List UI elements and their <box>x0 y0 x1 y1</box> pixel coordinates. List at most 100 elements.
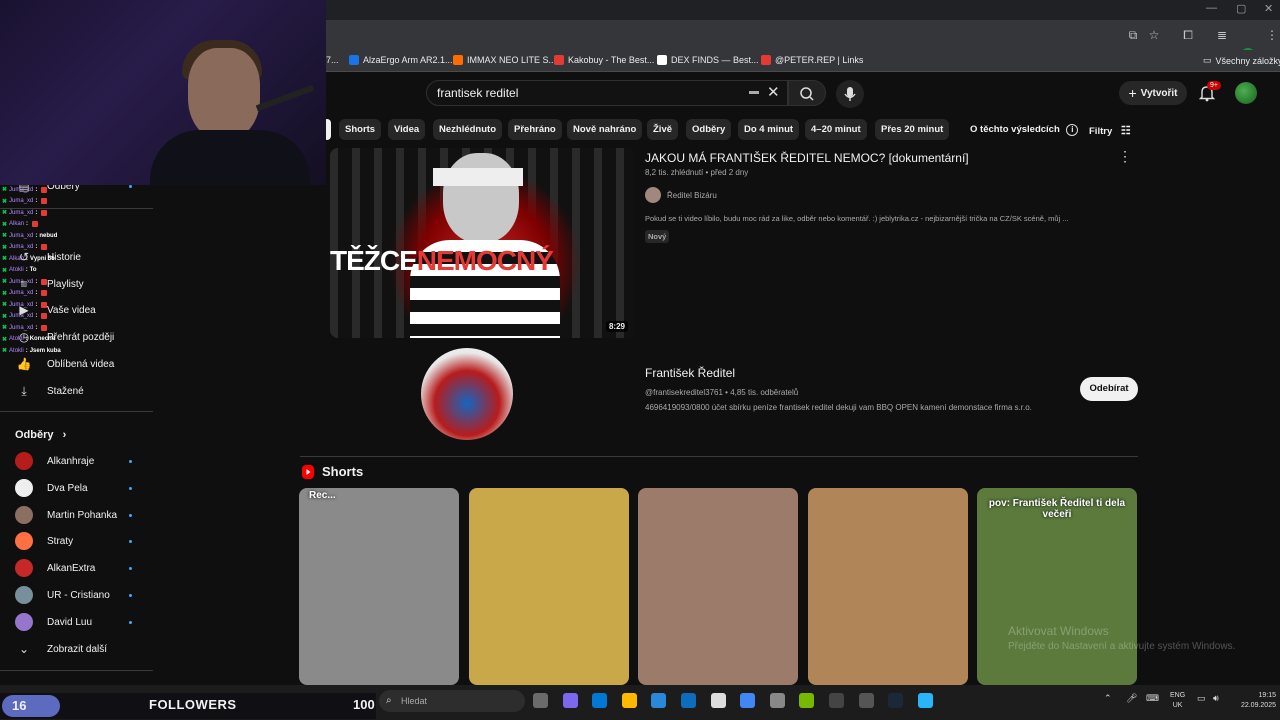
filters-button[interactable]: Filtry ☷ <box>1089 124 1131 137</box>
sidebar-sub-martin-pohanka[interactable]: Martin Pohanka <box>0 502 150 528</box>
taskbar-app-icon[interactable] <box>917 693 933 708</box>
sidebar-item-label: Dva Pela <box>47 482 88 494</box>
chip-over-20-min[interactable]: Přes 20 minut <box>875 119 950 140</box>
taskbar-app-icon[interactable] <box>533 693 548 708</box>
taskbar-app-icon[interactable] <box>651 693 667 708</box>
sidebar-show-more[interactable]: ⌄ Zobrazit další <box>0 636 150 662</box>
bookmark-item[interactable]: @PETER.REP | Links <box>761 55 863 65</box>
sidebar-sub-alkanextra[interactable]: AlkanExtra <box>0 555 150 581</box>
search-input[interactable] <box>437 86 737 100</box>
bookmark-label: IMMAX NEO LITE S... <box>467 55 557 65</box>
short-thumbnail[interactable] <box>808 488 968 685</box>
clear-search-icon[interactable]: ✕ <box>767 83 780 101</box>
bookmark-favicon-icon <box>761 55 771 65</box>
tray-microphone-icon[interactable]: 🎤︎ <box>1126 693 1137 704</box>
channel-result-avatar[interactable] <box>421 348 513 440</box>
taskbar-clock[interactable]: 19:15 22.09.2025 <box>1232 691 1276 711</box>
chat-username: Juma_xd <box>9 198 34 204</box>
network-icon[interactable]: ▭ <box>1197 693 1206 704</box>
bookmark-star-icon[interactable]: ☆ <box>1147 28 1161 42</box>
subscribe-button[interactable]: Odebírat <box>1080 377 1138 401</box>
section-divider <box>300 456 1138 457</box>
about-results-link[interactable]: O těchto výsledcích i <box>970 124 1079 136</box>
taskbar-app-icon[interactable] <box>740 693 756 708</box>
taskbar-app-icon[interactable] <box>888 693 904 708</box>
sidebar-item-liked-videos[interactable]: 👍 Oblíbená videa <box>0 351 150 377</box>
subscriptions-heading-label: Odběry <box>15 429 54 441</box>
minimize-icon[interactable]: — <box>1206 2 1217 14</box>
media-control-icon[interactable]: ≣ <box>1215 28 1229 42</box>
new-content-dot <box>129 620 132 624</box>
keyboard-icon[interactable]: ▬ <box>749 86 759 97</box>
account-avatar[interactable] <box>1235 82 1257 104</box>
chat-text: To <box>29 267 37 273</box>
subscriptions-heading[interactable]: Odběry › <box>15 429 66 441</box>
chip-live[interactable]: Živě <box>647 119 679 140</box>
short-thumbnail[interactable] <box>469 488 629 685</box>
close-window-icon[interactable]: ✕ <box>1264 2 1273 15</box>
chip-4-20-min[interactable]: 4–20 minut <box>805 119 867 140</box>
create-button[interactable]: + Vytvořit <box>1119 81 1187 105</box>
chip-subscriptions[interactable]: Odběry <box>686 119 732 140</box>
short-thumbnail[interactable]: Rec... <box>299 488 459 685</box>
tray-keyboard-icon[interactable]: ⌨︎ <box>1146 693 1159 704</box>
taskbar-app-icon[interactable] <box>592 693 608 708</box>
short-thumbnail[interactable] <box>638 488 798 685</box>
volume-icon[interactable]: 🔊︎ <box>1213 693 1219 704</box>
bookmark-item[interactable]: DEX FINDS — Best... <box>657 55 759 65</box>
short-thumbnail[interactable]: pov: František Ředitel ti dela večeři <box>977 488 1137 685</box>
chip-watched[interactable]: Přehráno <box>508 119 562 140</box>
sidebar-sub-ur-cristiano[interactable]: UR - Cristiano <box>0 582 150 608</box>
chat-emote-icon <box>41 324 48 331</box>
input-language-indicator[interactable]: ENG UK <box>1170 691 1185 711</box>
sidebar-sub-david-luu[interactable]: David Luu <box>0 609 150 635</box>
chat-message: ✖ Juma_xd: <box>2 198 48 205</box>
sidebar-item-downloads[interactable]: ⤓ Stažené <box>0 378 150 404</box>
chip-unwatched[interactable]: Nezhlédnuto <box>433 119 502 140</box>
more-actions-icon[interactable]: ⋮ <box>1118 148 1132 165</box>
filters-label: Filtry <box>1089 126 1113 137</box>
taskbar-app-icon[interactable] <box>769 693 785 708</box>
new-badge: Nový <box>645 230 670 243</box>
taskbar-app-icon[interactable] <box>562 693 578 708</box>
sidebar-sub-straty[interactable]: Straty <box>0 528 150 554</box>
sidebar-sub-dva-pela[interactable]: Dva Pela <box>0 475 150 501</box>
taskbar-app-icon[interactable] <box>681 693 696 708</box>
bookmark-item-partial[interactable]: 7... <box>326 55 339 65</box>
install-app-icon[interactable]: ⧉ <box>1126 28 1140 42</box>
maximize-icon[interactable]: ▢ <box>1236 2 1246 15</box>
chip-under-4-min[interactable]: Do 4 minut <box>738 119 800 140</box>
tray-overflow-icon[interactable]: ⌃ <box>1104 693 1112 704</box>
browser-menu-icon[interactable]: ⋮ <box>1265 28 1279 42</box>
taskbar-app-icon[interactable] <box>710 693 726 708</box>
video-channel[interactable]: Ředitel Bizáru <box>645 187 717 203</box>
search-button[interactable] <box>788 80 826 106</box>
bookmark-item[interactable]: AlzaErgo Arm AR2.1... <box>349 55 453 65</box>
thumbnail-text-red: NEMOCNÝ <box>416 245 554 276</box>
taskbar-app-icon[interactable] <box>858 693 874 708</box>
chip-shorts[interactable]: Shorts <box>339 119 382 140</box>
taskbar-app-icon[interactable] <box>829 693 844 708</box>
chip-videos[interactable]: Videa <box>388 119 426 140</box>
shorts-heading-label: Shorts <box>322 464 364 479</box>
all-bookmarks-folder[interactable]: ▭ Všechny záložky <box>1203 55 1280 66</box>
bookmark-favicon-icon <box>554 55 564 65</box>
taskbar-search[interactable]: ⌕ Hledat <box>379 690 525 712</box>
channel-result-name[interactable]: František Ředitel <box>645 366 735 380</box>
voice-search-button[interactable] <box>836 80 864 108</box>
sidebar-sub-alkanhraje[interactable]: Alkanhraje <box>0 448 150 474</box>
bookmark-item[interactable]: Kakobuy - The Best... <box>554 55 654 65</box>
video-title[interactable]: JAKOU MÁ FRANTIŠEK ŘEDITEL NEMOC? [dokum… <box>645 151 969 165</box>
extensions-icon[interactable]: ⧠ <box>1181 28 1195 42</box>
bookmark-item[interactable]: IMMAX NEO LITE S... <box>453 55 556 65</box>
search-box[interactable]: ▬ ✕ <box>426 80 788 106</box>
notification-count-badge: 9+ <box>1207 81 1221 90</box>
webcam-overlay <box>0 0 326 185</box>
chat-colon: : <box>35 198 38 204</box>
channel-avatar <box>15 452 33 470</box>
bookmark-favicon-icon <box>657 55 667 65</box>
video-thumbnail[interactable]: TĚŽCENEMOCNÝ 8:29 <box>330 148 634 338</box>
taskbar-app-icon[interactable] <box>799 693 815 708</box>
taskbar-app-icon[interactable] <box>621 693 637 708</box>
chip-recently-uploaded[interactable]: Nově nahráno <box>567 119 643 140</box>
